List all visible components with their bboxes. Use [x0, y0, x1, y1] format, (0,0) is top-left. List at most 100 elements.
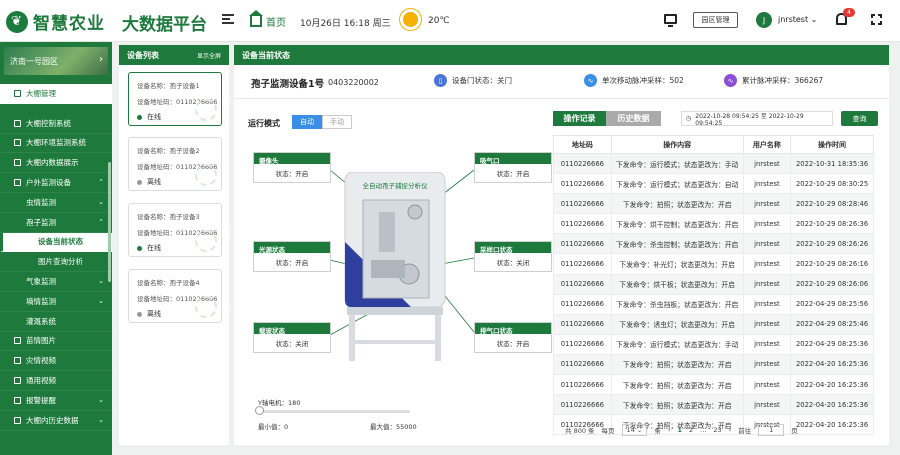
prev-page-button[interactable]: ‹ [668, 426, 671, 434]
online-dot-icon [137, 114, 142, 120]
mode-auto-button[interactable]: 自动 [292, 115, 322, 129]
table-cell: 2022-04-29 08:25:36 [790, 333, 874, 355]
spore-analyzer-image: 全自动孢子捕捉分析仪 [344, 172, 446, 361]
table-cell: 0110226666 [553, 353, 612, 376]
device-card[interactable]: 设备名称：孢子设备1 设备地址码：0110226666 在线 [128, 72, 222, 126]
page-1[interactable]: 1 [677, 426, 682, 434]
device-info-bar: 孢子监测设备1号 0403220002 ▯ 设备门状态：关门 ∿ 单次移动脉冲采样：… [234, 65, 889, 99]
sidebar-item-alarm[interactable]: 报警提醒 ⌄ [0, 391, 112, 411]
avatar[interactable]: J [756, 12, 772, 28]
sidebar-item-general-video[interactable]: 通用视频 [0, 371, 112, 391]
username-dropdown[interactable]: jnrstest ⌄ [778, 15, 817, 24]
park-selector[interactable]: 济南一号园区 [4, 47, 108, 75]
video-icon [14, 377, 21, 385]
sidebar-item-image-query[interactable]: 图片查询分析 [0, 252, 112, 273]
goto-page-input[interactable]: 1 [758, 424, 785, 436]
table-cell: 下发命令：运行模式；状态更改为：手动 [610, 152, 744, 175]
sidebar-item-weather[interactable]: 气象监测 ⌄ [0, 272, 112, 292]
table-cell: jnrstest [742, 253, 792, 275]
sidebar-item-insect[interactable]: 虫情监测 ⌄ [0, 193, 112, 213]
menu-toggle-icon[interactable] [222, 14, 234, 24]
chevron-down-icon: ⌄ [810, 15, 818, 24]
sidebar-item-soil[interactable]: 墒情监测 ⌄ [0, 292, 112, 312]
table-row: 0110226666 下发命令：杀虫控制；状态更改为：开启 jnrstest 2022… [553, 233, 874, 255]
page-last[interactable]: 23 [713, 426, 721, 434]
label-slide: 载玻状态 状态：关闭 [253, 322, 331, 353]
show-all-button[interactable]: 显示全屏 [197, 51, 221, 60]
sidebar-item-irrigation[interactable]: 灌溉系统 [0, 312, 112, 332]
monitor-icon[interactable] [664, 14, 677, 27]
sidebar-item-spore[interactable]: 孢子监测 ⌃ [0, 213, 112, 233]
sidebar-item-data-display[interactable]: 大棚内数据展示 [0, 153, 112, 174]
datetime: 10月26日 16:18 周三 [300, 19, 391, 29]
table-cell: 0110226666 [553, 213, 612, 235]
table-cell: 下发命令：杀虫控制；状态更改为：开启 [610, 233, 744, 255]
sidebar-item-seedling[interactable]: 苗情图片 [0, 332, 112, 352]
table-cell: 下发命令：运行模式；状态更改为：自动 [610, 173, 744, 195]
sidebar-item-control[interactable]: 大棚控制系统 [0, 114, 112, 134]
control-icon [14, 119, 21, 127]
table-cell: jnrstest [742, 374, 792, 396]
chevron-down-icon: ⌄ [98, 415, 104, 424]
table-cell: 0110226666 [553, 333, 612, 355]
table-cell: 0110226666 [553, 233, 612, 255]
slider-label: Y轴电机：180 [258, 399, 301, 407]
home-link[interactable]: 首页 [249, 10, 286, 29]
notification-badge: 4 [843, 8, 855, 17]
device-code: 0403220002 [328, 78, 379, 87]
page-2[interactable]: 2 [689, 426, 693, 434]
table-row: 0110226666 下发命令：诱虫灯；状态更改为：开启 jnrstest 2022-… [553, 313, 874, 335]
device-icon [14, 179, 21, 187]
table-row: 0110226666 下发命令：补光灯；状态更改为：开启 jnrstest 2022-… [553, 253, 874, 275]
sidebar-scrollbar[interactable] [108, 162, 111, 282]
device-card[interactable]: 设备名称：孢子设备4 设备地址码：0110226666 离线 [128, 269, 222, 323]
chevron-down-icon: ⌄ [98, 277, 104, 286]
label-sample: 采样口状态 状态：关闭 [474, 241, 552, 272]
table-row: 0110226666 下发命令：运行模式；状态更改为：手动 jnrstest 2022… [553, 333, 874, 355]
table-cell: 2022-04-29 08:25:56 [790, 293, 874, 315]
table-cell: 0110226666 [553, 152, 612, 175]
sidebar-item-disaster-video[interactable]: 灾情视频 [0, 351, 112, 372]
sidebar-item-greenhouse[interactable]: 大棚管理 [0, 84, 112, 104]
label-camera: 摄像头 状态：开启 [253, 152, 331, 183]
sidebar: 济南一号园区 大棚管理 大棚控制系统 大棚环境监测系统 大棚内数据展示 户外监测… [0, 42, 112, 455]
table-cell: 2022-04-29 08:25:46 [790, 313, 874, 335]
date-range-picker[interactable]: ◷ 2022-10-28 09:54:25 至 2022-10-29 09:54:… [681, 111, 833, 127]
tab-history[interactable]: 历史数据 [606, 111, 661, 126]
sidebar-item-outdoor[interactable]: 户外监测设备 ⌃ [0, 173, 112, 193]
spore-icon [195, 164, 217, 186]
app-logo[interactable]: ❦ 智慧农业 [6, 9, 105, 34]
table-cell: 下发命令：烘干板；状态更改为：开启 [610, 273, 744, 295]
table-cell: 2022-04-20 16:25:36 [790, 394, 874, 416]
device-card[interactable]: 设备名称：孢子设备2 设备地址码：0110226666 离线 [128, 137, 222, 191]
table-row: 0110226666 下发命令：烘干板；状态更改为：开启 jnrstest 2022-… [553, 273, 874, 295]
machine-title: 全自动孢子捕捉分析仪 [363, 181, 429, 190]
park-management-button[interactable]: 园区管理 [693, 12, 738, 28]
pulse-icon: ∿ [724, 74, 737, 87]
fullscreen-icon[interactable] [871, 14, 882, 25]
device-card[interactable]: 设备名称：孢子设备3 设备地址码：0110226666 在线 [128, 203, 222, 257]
history-icon [14, 416, 21, 424]
sidebar-item-history[interactable]: 大棚内历史数据 ⌄ [0, 411, 112, 431]
offline-dot-icon [137, 179, 142, 185]
table-cell: 2022-10-29 08:28:46 [790, 193, 874, 215]
page-ellipsis[interactable]: ... [700, 426, 706, 434]
table-cell: 下发命令：补光灯；状态更改为：开启 [610, 253, 744, 275]
tab-records[interactable]: 操作记录 [553, 111, 606, 126]
offline-dot-icon [137, 311, 142, 317]
mode-manual-button[interactable]: 手动 [322, 115, 352, 129]
table-cell: 2022-10-29 08:30:25 [790, 173, 874, 195]
y-axis-slider[interactable] [258, 410, 410, 413]
chevron-down-icon: ⌄ [98, 197, 104, 206]
table-header: 地址码 操作内容 用户名称 操作时间 [553, 135, 874, 154]
per-page-select[interactable]: 14 ⌄ [621, 424, 648, 436]
table-row: 0110226666 下发命令：拍照；状态更改为：开启 jnrstest 2022-0… [553, 353, 874, 376]
next-page-button[interactable]: › [729, 426, 732, 434]
table-cell: 0110226666 [553, 394, 612, 416]
query-button[interactable]: 查询 [841, 111, 878, 126]
table-row: 0110226666 下发命令：拍照；状态更改为：开启 jnrstest 2022-1… [553, 193, 874, 215]
sidebar-item-device-status[interactable]: 设备当前状态 [0, 232, 112, 253]
label-exhaust: 排气口状态 状态：开启 [474, 322, 552, 353]
table-row: 0110226666 下发命令：拍照；状态更改为：开启 jnrstest 2022-0… [553, 394, 874, 416]
sidebar-item-environment[interactable]: 大棚环境监测系统 [0, 134, 112, 154]
